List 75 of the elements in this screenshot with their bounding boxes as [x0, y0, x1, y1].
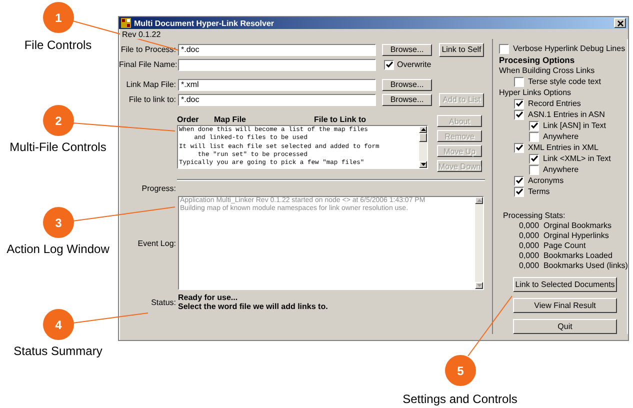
action-button[interactable]: Quit — [513, 319, 617, 334]
callout-label: File Controls — [24, 38, 92, 52]
scrollbar[interactable] — [419, 126, 427, 168]
checkbox-label: Terms — [528, 187, 550, 196]
action-button[interactable]: Link to Self — [439, 42, 484, 56]
checkbox[interactable] — [514, 186, 524, 196]
field-label: Event Log: — [136, 238, 177, 248]
checkbox-label: Link <XML> in Text — [543, 154, 611, 163]
checkbox-label: Link [ASN] in Text — [543, 121, 606, 130]
checkbox-label: Anywhere — [543, 165, 579, 174]
stat-line: 0,000 Orginal Hyperlinks — [519, 231, 609, 241]
field-label: File to Process: — [120, 45, 177, 54]
checkbox[interactable] — [529, 132, 539, 142]
checkbox[interactable] — [529, 164, 539, 174]
stat-line: 0,000 Page Count — [519, 241, 586, 251]
browse-button[interactable]: Browse... — [382, 44, 432, 56]
progress-label: Progress: — [140, 184, 177, 192]
checkbox-label: Verbose Hyperlink Debug Lines — [513, 44, 626, 53]
checkbox[interactable] — [384, 60, 394, 70]
checkbox-label: Anywhere — [543, 132, 579, 141]
checkbox-label: ASN.1 Entries in ASN — [528, 110, 605, 119]
checkbox[interactable] — [514, 76, 524, 86]
column-header: Order — [177, 115, 200, 124]
browse-button[interactable]: Browse... — [382, 78, 432, 90]
callout-badge: 2 — [43, 105, 74, 136]
leader-line — [468, 296, 512, 356]
browse-button[interactable]: Browse... — [382, 94, 432, 106]
group-label: Hyper Links Options — [499, 88, 572, 97]
checkbox[interactable] — [514, 176, 524, 186]
stats-title: Processing Stats: — [503, 211, 566, 220]
window-title: Multi Document Hyper-Link Resolver — [134, 18, 276, 28]
status-text: Select the word file we will add links to. — [178, 302, 328, 311]
checkbox[interactable] — [514, 98, 524, 108]
stat-line: 0,000 Bookmarks Loaded — [519, 251, 612, 261]
section-heading: Procesing Options — [499, 54, 575, 64]
checkbox[interactable] — [499, 44, 509, 54]
text-field[interactable]: *.xml — [178, 78, 376, 90]
stat-line: 0,000 Orginal Bookmarks — [519, 221, 612, 231]
callout-label: Action Log Window — [6, 242, 110, 256]
checkbox[interactable] — [514, 110, 524, 120]
checkbox-label: Acronyms — [528, 176, 564, 185]
callout-label: Status Summary — [14, 344, 102, 358]
checkbox-label: XML Entries in XML — [528, 143, 598, 152]
column-header: Map File — [214, 115, 248, 124]
action-button[interactable]: Link to Selected Documents — [513, 277, 617, 292]
field-label: Final File Name: — [119, 60, 178, 69]
status-label: Status: — [150, 298, 177, 306]
callout-label: Multi-File Controls — [10, 140, 106, 154]
checkbox-label: Overwrite — [397, 60, 432, 69]
checkbox[interactable] — [529, 154, 539, 164]
callout-badge: 3 — [43, 207, 74, 238]
field-label: File to link to: — [128, 95, 177, 104]
close-button[interactable] — [614, 18, 626, 28]
callout-label: Settings and Controls — [402, 392, 518, 406]
map-file-list[interactable] — [177, 125, 428, 169]
text-field[interactable] — [178, 58, 376, 70]
column-header: File to Link to — [314, 115, 366, 124]
callout-badge: 5 — [445, 355, 476, 386]
status-text: Ready for use... — [178, 293, 239, 302]
field-label: Link Map File: — [125, 80, 177, 89]
arrow-up-icon[interactable] — [420, 128, 426, 131]
text-field[interactable]: *.doc — [178, 44, 376, 56]
action-button[interactable]: View Final Result — [513, 298, 617, 313]
checkbox[interactable] — [529, 120, 539, 130]
stat-line: 0,000 Bookmarks Used (links) — [519, 261, 628, 271]
arrow-down-icon[interactable] — [420, 163, 426, 166]
text-field[interactable]: *.doc — [178, 94, 376, 106]
callout-badge: 4 — [43, 309, 74, 340]
group-label: When Building Cross Links — [499, 66, 595, 75]
app-icon — [121, 18, 131, 28]
checkbox-label: Terse style code text — [528, 77, 601, 86]
callout-badge: 1 — [43, 2, 74, 33]
version-label: Rev 0.1.22 — [120, 29, 163, 39]
checkbox[interactable] — [514, 142, 524, 152]
checkbox-label: Record Entries — [528, 99, 581, 108]
